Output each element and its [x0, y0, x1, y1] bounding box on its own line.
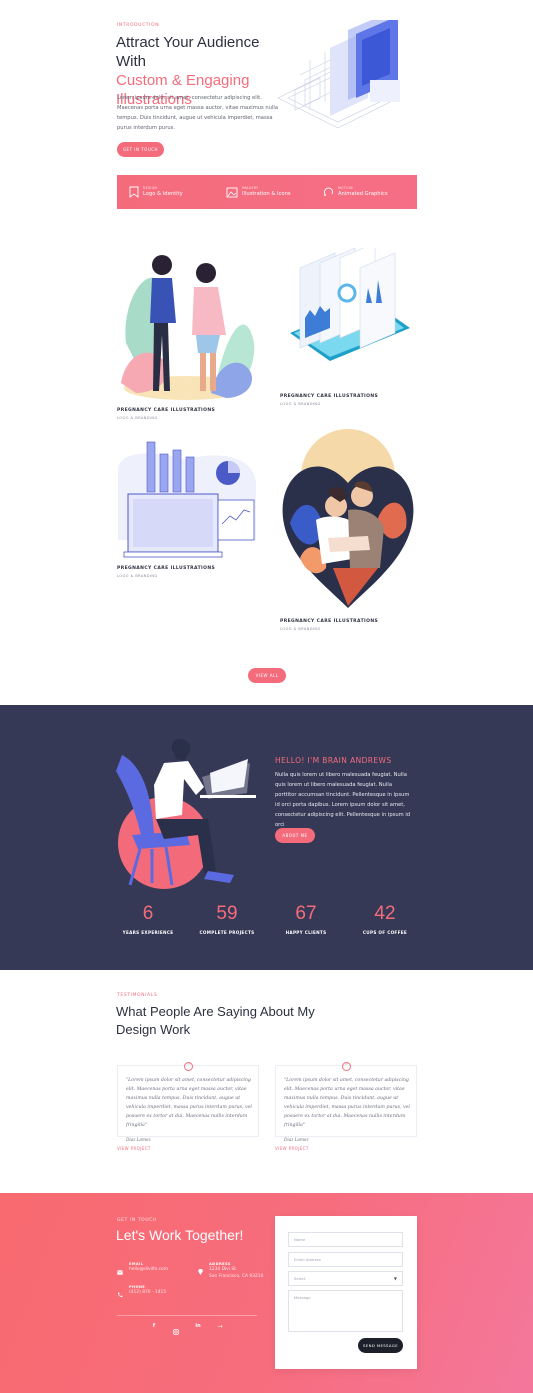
testimonial-content: "Lorem ipsum dolor sit amet, consectetur…	[284, 1076, 412, 1142]
view-project-link[interactable]: VIEW PROJECT	[275, 1146, 309, 1151]
services-bar: DESIGN Logo & Identity IMAGERY Illustrat…	[117, 175, 417, 209]
chevron-down-icon: ▼	[393, 1276, 397, 1281]
portfolio-image-phone-charts[interactable]	[280, 248, 420, 388]
testimonials-title-line2: Design Work	[116, 1022, 191, 1037]
service-label: IMAGERY	[242, 186, 259, 190]
portfolio-subtitle: LOGO & BRANDING	[117, 574, 158, 578]
service-label: MOTION	[338, 186, 353, 190]
stat-value: 42	[374, 903, 396, 924]
portfolio-title[interactable]: PREGNANCY CARE ILLUSTRATIONS	[280, 394, 378, 399]
portfolio-image-family[interactable]	[278, 428, 418, 613]
testimonial-content: "Lorem ipsum dolor sit amet, consectetur…	[126, 1076, 254, 1142]
testimonial-author: Diaz Lomez	[126, 1137, 151, 1142]
testimonial-card-1: ” "Lorem ipsum dolor sit amet, consectet…	[117, 1062, 259, 1142]
portfolio-caption-1: PREGNANCY CARE ILLUSTRATIONS LOGO & BRAN…	[117, 408, 215, 420]
testimonial-author: Diaz Lomez	[284, 1137, 309, 1142]
testimonials-eyebrow: TESTIMONIALS	[117, 993, 158, 998]
isometric-devices-illustration	[277, 20, 400, 129]
contact-section	[0, 1193, 533, 1393]
arrow-icon[interactable]: →	[216, 1323, 224, 1331]
address-line1: 1234 Divi St.	[209, 1267, 238, 1272]
message-field[interactable]: Message	[288, 1290, 403, 1332]
service-design[interactable]: DESIGN Logo & Identity	[143, 186, 183, 197]
contact-email: EMAIL hello@divilfo.com	[129, 1262, 168, 1273]
portfolio-image-women[interactable]	[116, 243, 256, 403]
send-message-button[interactable]: SEND MESSAGE	[358, 1338, 403, 1353]
instagram-icon[interactable]	[172, 1323, 180, 1335]
bookmark-icon	[129, 185, 139, 198]
phone-icon	[117, 1285, 123, 1298]
portfolio-subtitle: LOGO & BRANDING	[117, 416, 158, 420]
linkedin-icon[interactable]: in	[194, 1323, 202, 1331]
stat-value: 59	[216, 903, 238, 924]
contact-eyebrow: GET IN TOUCH	[117, 1218, 157, 1223]
testimonial-quote: "Lorem ipsum dolor sit amet, consectetur…	[284, 1078, 410, 1128]
testimonial-card-2: ” "Lorem ipsum dolor sit amet, consectet…	[275, 1062, 417, 1142]
portfolio-caption-3: PREGNANCY CARE ILLUSTRATIONS LOGO & BRAN…	[117, 566, 215, 578]
portfolio-title[interactable]: PREGNANCY CARE ILLUSTRATIONS	[117, 566, 215, 571]
address-line2: San Francisco, CA 93210	[209, 1274, 264, 1279]
portfolio-subtitle: LOGO & BRANDING	[280, 402, 321, 406]
portfolio-title[interactable]: PREGNANCY CARE ILLUSTRATIONS	[280, 619, 378, 624]
stat-value: 6	[142, 903, 154, 924]
about-body: Nulla quis lorem ut libero malesuada feu…	[275, 772, 411, 828]
about-heading: HELLO! I'M BRAIN ANDREWS	[275, 756, 392, 765]
portfolio-subtitle: LOGO & BRANDING	[280, 627, 321, 631]
portfolio-caption-2: PREGNANCY CARE ILLUSTRATIONS LOGO & BRAN…	[280, 394, 378, 406]
service-name: Logo & Identity	[143, 191, 183, 197]
facebook-icon[interactable]: f	[150, 1323, 158, 1331]
email-value[interactable]: hello@divilfo.com	[129, 1266, 168, 1273]
name-field[interactable]: Name	[288, 1232, 403, 1247]
stat-label: HAPPY CLIENTS	[285, 930, 327, 935]
stat-label: COMPLETE PROJECTS	[199, 930, 255, 935]
view-all-button[interactable]: VIEW ALL	[248, 668, 286, 683]
intro-eyebrow: INTRODUCTION	[117, 23, 160, 28]
stat-years: 6 YEARS EXPERIENCE	[108, 903, 188, 935]
stat-value: 67	[295, 903, 317, 924]
portfolio-title[interactable]: PREGNANCY CARE ILLUSTRATIONS	[117, 408, 215, 413]
intro-body: Lorem ipsum dolor sit amet, consectetur …	[117, 95, 279, 131]
portfolio-caption-4: PREGNANCY CARE ILLUSTRATIONS LOGO & BRAN…	[280, 619, 378, 631]
email-icon	[117, 1262, 123, 1275]
testimonials-title: What People Are Saying About My Design W…	[116, 1003, 326, 1039]
portfolio-image-laptop-bars[interactable]	[116, 440, 258, 560]
contact-address: ADDRESS 1234 Divi St. San Francisco, CA …	[209, 1262, 263, 1280]
service-label: DESIGN	[143, 186, 158, 190]
contact-phone: PHONE (412) 876 - 1415	[129, 1285, 166, 1296]
select-dropdown[interactable]: Select ▼	[288, 1271, 403, 1286]
contact-divider	[117, 1315, 257, 1316]
select-value: Select	[294, 1276, 306, 1281]
service-name: Illustration & Icons	[242, 191, 291, 197]
testimonials-title-line1: What People Are Saying About My	[116, 1004, 315, 1019]
image-icon	[226, 185, 238, 198]
service-imagery[interactable]: IMAGERY Illustration & Icons	[242, 186, 291, 197]
stat-coffee: 42 CUPS OF COFFEE	[345, 903, 425, 935]
phone-value[interactable]: (412) 876 - 1415	[129, 1289, 166, 1296]
contact-form: Name Email Address Select ▼ Message SEND…	[275, 1216, 417, 1369]
intro-title-accent1: Custom & Engaging	[116, 72, 250, 89]
map-pin-icon	[198, 1262, 203, 1275]
motion-icon	[323, 185, 334, 196]
get-in-touch-button[interactable]: GET IN TOUCH	[117, 142, 164, 157]
stat-label: CUPS OF COFFEE	[362, 930, 408, 935]
designer-at-laptop-illustration	[116, 738, 256, 889]
quote-icon: ”	[342, 1062, 351, 1071]
intro-title-line1: Attract Your Audience With	[116, 34, 260, 70]
contact-title: Let's Work Together!	[116, 1227, 244, 1243]
stat-label: YEARS EXPERIENCE	[122, 930, 174, 935]
service-motion[interactable]: MOTION Animated Graphics	[338, 186, 388, 197]
view-project-link[interactable]: VIEW PROJECT	[117, 1146, 151, 1151]
quote-icon: ”	[184, 1062, 193, 1071]
testimonial-quote: "Lorem ipsum dolor sit amet, consectetur…	[126, 1078, 252, 1128]
about-me-button[interactable]: ABOUT ME	[275, 828, 315, 843]
email-address-field[interactable]: Email Address	[288, 1252, 403, 1267]
stat-projects: 59 COMPLETE PROJECTS	[187, 903, 267, 935]
stat-clients: 67 HAPPY CLIENTS	[266, 903, 346, 935]
service-name: Animated Graphics	[338, 191, 388, 197]
